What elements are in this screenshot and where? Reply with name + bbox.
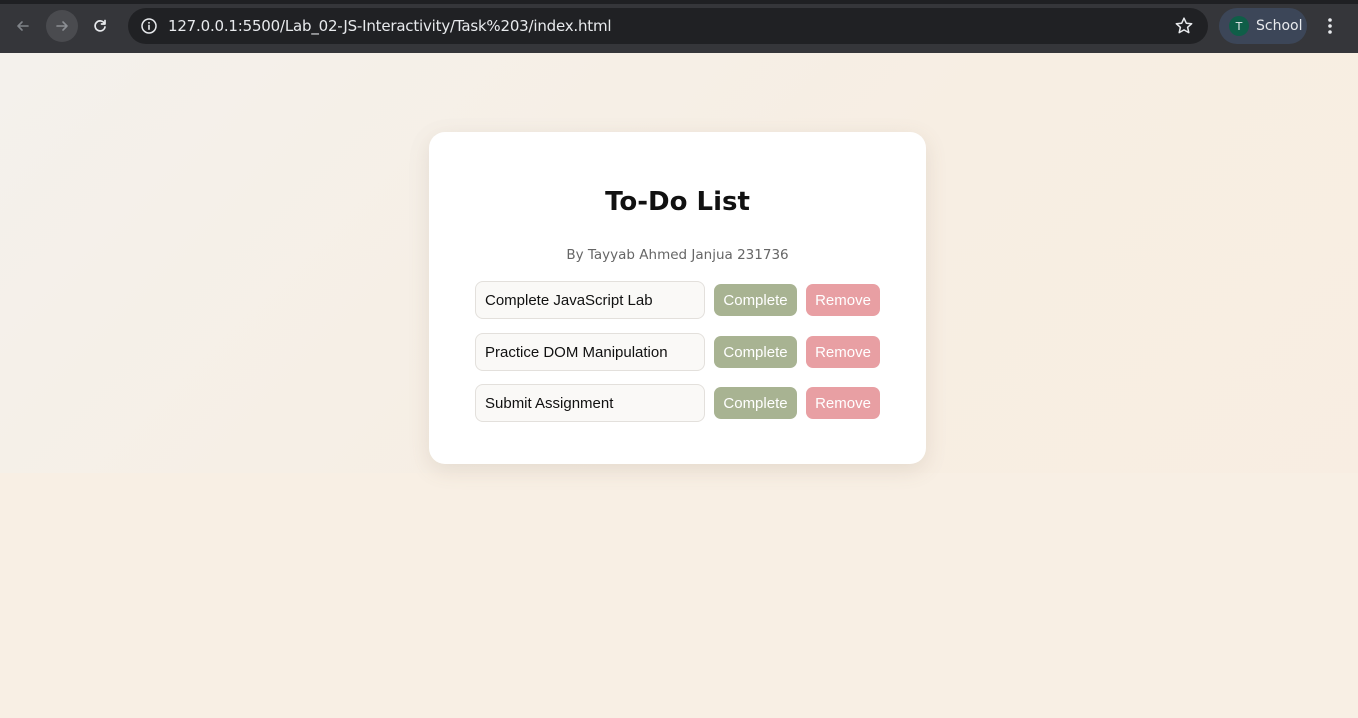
reload-button[interactable]: [84, 10, 116, 42]
complete-button[interactable]: Complete: [714, 336, 797, 368]
avatar: T: [1229, 16, 1249, 36]
reload-icon: [92, 18, 108, 34]
complete-button[interactable]: Complete: [714, 387, 797, 419]
address-bar[interactable]: 127.0.0.1:5500/Lab_02-JS-Interactivity/T…: [128, 8, 1208, 44]
task-text: Practice DOM Manipulation: [475, 333, 705, 371]
remove-button[interactable]: Remove: [806, 387, 880, 419]
todo-card: To-Do List By Tayyab Ahmed Janjua 231736…: [429, 132, 926, 464]
todo-item: Complete JavaScript Lab Complete Remove: [475, 281, 885, 319]
task-text: Complete JavaScript Lab: [475, 281, 705, 319]
forward-button[interactable]: [46, 10, 78, 42]
more-vert-icon[interactable]: [1320, 14, 1340, 38]
remove-button[interactable]: Remove: [806, 284, 880, 316]
profile-button[interactable]: T School: [1219, 8, 1307, 44]
remove-button[interactable]: Remove: [806, 336, 880, 368]
browser-toolbar: 127.0.0.1:5500/Lab_02-JS-Interactivity/T…: [0, 0, 1358, 53]
profile-name: School: [1256, 18, 1303, 34]
author-subtitle: By Tayyab Ahmed Janjua 231736: [566, 247, 789, 263]
info-icon[interactable]: [138, 15, 160, 37]
back-button[interactable]: [7, 10, 39, 42]
star-icon[interactable]: [1172, 14, 1196, 38]
browser-tabstrip-edge: [0, 0, 1358, 4]
page-viewport: To-Do List By Tayyab Ahmed Janjua 231736…: [0, 53, 1358, 718]
page-background-band: [0, 473, 1358, 718]
todo-item: Practice DOM Manipulation Complete Remov…: [475, 333, 885, 371]
url-text[interactable]: 127.0.0.1:5500/Lab_02-JS-Interactivity/T…: [168, 17, 612, 35]
back-arrow-icon: [15, 18, 31, 34]
todo-item: Submit Assignment Complete Remove: [475, 384, 885, 422]
complete-button[interactable]: Complete: [714, 284, 797, 316]
page-title: To-Do List: [605, 187, 750, 217]
task-text: Submit Assignment: [475, 384, 705, 422]
forward-arrow-icon: [54, 18, 70, 34]
